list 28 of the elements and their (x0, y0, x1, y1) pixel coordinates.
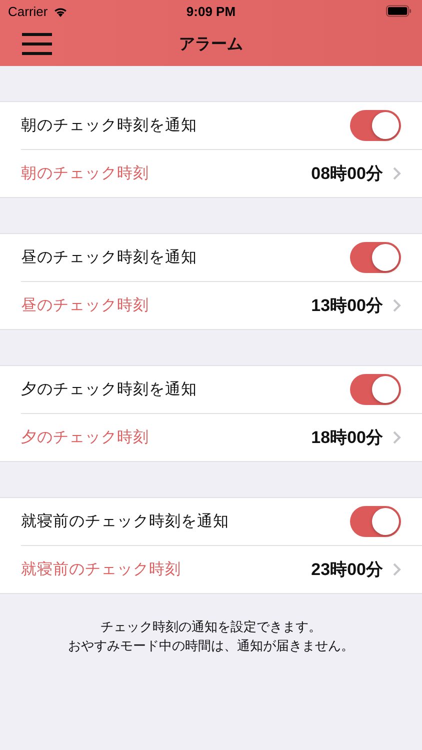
toggle-switch[interactable] (350, 110, 401, 141)
toggle-switch[interactable] (350, 242, 401, 273)
status-time: 9:09 PM (186, 4, 236, 18)
toggle-switch[interactable] (350, 506, 401, 537)
footer-text: おやすみモード中の時間は、通知が届きません。 (68, 638, 354, 656)
time-value[interactable]: 18時00分 (311, 426, 383, 449)
battery-icon (386, 5, 412, 17)
chevron-icon (393, 563, 401, 576)
toggle-label: 夕のチェック時刻を通知 (21, 379, 197, 400)
time-label: 夕のチェック時刻 (21, 427, 149, 448)
time-value[interactable]: 08時00分 (311, 162, 383, 185)
wifi-icon (52, 6, 68, 16)
chevron-icon (393, 299, 401, 312)
chevron-icon (393, 431, 401, 444)
menu-icon[interactable] (22, 33, 52, 55)
chevron-icon (393, 167, 401, 180)
toggle-switch[interactable] (350, 374, 401, 405)
toggle-label: 就寝前のチェック時刻を通知 (21, 511, 229, 532)
footer-text: チェック時刻の通知を設定できます。 (100, 619, 322, 637)
toggle-label: 昼のチェック時刻を通知 (21, 247, 197, 268)
time-label: 就寝前のチェック時刻 (21, 559, 181, 580)
time-value[interactable]: 23時00分 (311, 558, 383, 581)
nav-title: アラーム (179, 34, 243, 54)
time-label: 朝のチェック時刻 (21, 163, 149, 184)
time-value[interactable]: 13時00分 (311, 294, 383, 317)
carrier-name: Carrier (8, 4, 48, 18)
time-label: 昼のチェック時刻 (21, 295, 149, 316)
toggle-label: 朝のチェック時刻を通知 (21, 115, 197, 136)
